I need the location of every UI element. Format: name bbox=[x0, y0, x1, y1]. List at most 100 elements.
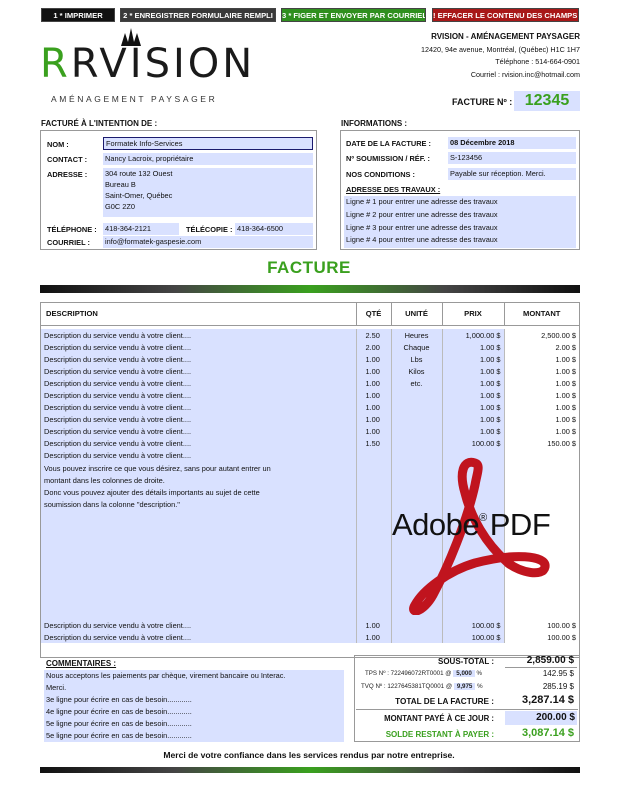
row-price-cell[interactable]: 1.00 $ bbox=[441, 365, 504, 378]
footer-divider bbox=[40, 767, 580, 773]
email-field[interactable]: info@formatek-gaspesie.com bbox=[103, 236, 313, 248]
row-price-cell[interactable]: 100.00 $ bbox=[441, 437, 504, 450]
row-description-cell[interactable]: Donc vous pouvez ajouter des détails imp… bbox=[41, 486, 356, 499]
row-price-cell[interactable]: 1.00 $ bbox=[441, 413, 504, 426]
row-qty-cell[interactable]: 1.00 bbox=[355, 377, 391, 390]
row-description-cell[interactable]: Description du service vendu à votre cli… bbox=[41, 329, 356, 342]
row-unit-cell[interactable] bbox=[390, 425, 442, 438]
row-unit-cell[interactable]: Chaque bbox=[390, 341, 442, 354]
row-description-cell[interactable]: Description du service vendu à votre cli… bbox=[41, 631, 356, 644]
phone-field[interactable]: 418-364-2121 bbox=[103, 223, 179, 235]
fax-field[interactable]: 418-364-6500 bbox=[235, 223, 313, 235]
row-price-cell[interactable]: 1.00 $ bbox=[441, 341, 504, 354]
work-address-line-2[interactable]: Ligne # 2 pour entrer une adresse des tr… bbox=[346, 209, 576, 222]
work-address-line-4[interactable]: Ligne # 4 pour entrer une adresse des tr… bbox=[346, 234, 576, 247]
row-price-cell[interactable]: 1.00 $ bbox=[441, 425, 504, 438]
title-divider bbox=[40, 285, 580, 293]
work-address-line-1[interactable]: Ligne # 1 pour entrer une adresse des tr… bbox=[346, 196, 576, 209]
row-unit-cell[interactable] bbox=[390, 631, 442, 644]
invoice-number-field[interactable]: 12345 bbox=[514, 91, 580, 111]
row-description-cell[interactable]: Description du service vendu à votre cli… bbox=[41, 449, 356, 463]
row-description-cell[interactable]: Vous pouvez inscrire ce que vous désirez… bbox=[41, 462, 356, 475]
row-description-cell[interactable]: Description du service vendu à votre cli… bbox=[41, 425, 356, 438]
row-description-cell[interactable] bbox=[41, 595, 356, 608]
comment-line-5[interactable]: 5e ligne pour écrire en cas de besoin...… bbox=[46, 718, 344, 730]
row-description-cell[interactable]: Description du service vendu à votre cli… bbox=[41, 437, 356, 450]
row-description-cell[interactable] bbox=[41, 558, 356, 571]
row-description-cell[interactable]: Description du service vendu à votre cli… bbox=[41, 619, 356, 632]
table-row: Description du service vendu à votre cli… bbox=[41, 631, 579, 644]
row-unit-cell[interactable]: Lbs bbox=[390, 353, 442, 366]
header-unit: UNITÉ bbox=[390, 303, 442, 325]
comment-line-3[interactable]: 3e ligne pour écrire en cas de besoin...… bbox=[46, 694, 344, 706]
save-form-button[interactable]: 2 * ENREGISTRER FORMULAIRE REMPLI bbox=[120, 8, 276, 22]
tvq-rate-field[interactable]: 9,975 bbox=[453, 683, 476, 690]
comment-line-2[interactable]: Merci. bbox=[46, 682, 344, 694]
row-qty-cell[interactable]: 1.50 bbox=[355, 437, 391, 450]
row-price-cell[interactable]: 1,000.00 $ bbox=[441, 329, 504, 342]
row-description-cell[interactable] bbox=[41, 510, 356, 523]
row-description-cell[interactable]: soumission dans la colonne "description.… bbox=[41, 498, 356, 511]
row-qty-cell[interactable]: 1.00 bbox=[355, 353, 391, 366]
row-description-cell[interactable]: Description du service vendu à votre cli… bbox=[41, 353, 356, 366]
row-qty-cell[interactable]: 2.50 bbox=[355, 329, 391, 342]
row-unit-cell[interactable] bbox=[390, 389, 442, 402]
comment-line-1[interactable]: Nous acceptons les paiements par chèque,… bbox=[46, 670, 344, 682]
row-unit-cell[interactable]: etc. bbox=[390, 377, 442, 390]
address-line-3[interactable]: Saint-Omer, Québec bbox=[105, 190, 313, 201]
row-unit-cell[interactable] bbox=[390, 437, 442, 450]
watermark-reg-mark: ® bbox=[479, 512, 487, 524]
clear-fields-button[interactable]: ! EFFACER LE CONTENU DES CHAMPS ! bbox=[432, 8, 579, 22]
phone-label: TÉLÉPHONE : bbox=[47, 225, 97, 234]
row-description-cell[interactable]: Description du service vendu à votre cli… bbox=[41, 413, 356, 426]
row-price-cell[interactable]: 100.00 $ bbox=[441, 631, 504, 644]
row-price-cell[interactable]: 1.00 $ bbox=[441, 401, 504, 414]
address-line-1[interactable]: 304 route 132 Ouest bbox=[105, 168, 313, 179]
row-description-cell[interactable] bbox=[41, 582, 356, 596]
comment-line-6[interactable]: 5e ligne pour écrire en cas de besoin...… bbox=[46, 730, 344, 742]
row-unit-cell[interactable]: Kilos bbox=[390, 365, 442, 378]
contact-field[interactable]: Nancy Lacroix, propriétaire bbox=[103, 153, 313, 165]
address-line-2[interactable]: Bureau B bbox=[105, 179, 313, 190]
tps-rate-field[interactable]: 5,000 bbox=[453, 670, 475, 677]
row-qty-cell[interactable]: 1.00 bbox=[355, 425, 391, 438]
row-price-cell[interactable]: 1.00 $ bbox=[441, 377, 504, 390]
row-qty-cell[interactable]: 1.00 bbox=[355, 619, 391, 632]
row-unit-cell[interactable] bbox=[390, 413, 442, 426]
row-description-cell[interactable]: Description du service vendu à votre cli… bbox=[41, 389, 356, 402]
date-field[interactable]: 08 Décembre 2018 bbox=[448, 137, 576, 149]
row-qty-cell[interactable]: 1.00 bbox=[355, 413, 391, 426]
row-qty-cell[interactable]: 1.00 bbox=[355, 631, 391, 644]
row-price-cell[interactable]: 100.00 $ bbox=[441, 619, 504, 632]
row-unit-cell[interactable] bbox=[390, 619, 442, 632]
quote-field[interactable]: S-123456 bbox=[448, 152, 576, 164]
row-unit-cell[interactable]: Heures bbox=[390, 329, 442, 342]
row-price-cell[interactable]: 1.00 $ bbox=[441, 353, 504, 366]
row-description-cell[interactable]: Description du service vendu à votre cli… bbox=[41, 341, 356, 354]
row-description-cell[interactable]: montant dans les colonnes de droite. bbox=[41, 474, 356, 487]
row-description-cell[interactable] bbox=[41, 522, 356, 535]
address-line-4[interactable]: G0C 2Z0 bbox=[105, 201, 313, 212]
send-email-button[interactable]: 3 * FIGER ET ENVOYER PAR COURRIEL bbox=[281, 8, 426, 22]
row-description-cell[interactable] bbox=[41, 546, 356, 559]
comments-field[interactable]: Nous acceptons les paiements par chèque,… bbox=[44, 670, 344, 742]
comment-line-4[interactable]: 4e ligne pour écrire en cas de besoin...… bbox=[46, 706, 344, 718]
row-description-cell[interactable]: Description du service vendu à votre cli… bbox=[41, 377, 356, 390]
row-qty-cell[interactable]: 1.00 bbox=[355, 389, 391, 402]
paid-field[interactable]: 200.00 $ bbox=[505, 711, 577, 725]
row-description-cell[interactable]: Description du service vendu à votre cli… bbox=[41, 365, 356, 378]
name-field[interactable]: Formatek Info-Services bbox=[103, 137, 313, 150]
conditions-field[interactable]: Payable sur réception. Merci. bbox=[448, 168, 576, 180]
print-button[interactable]: 1 * IMPRIMER bbox=[41, 8, 115, 22]
row-qty-cell[interactable]: 1.00 bbox=[355, 401, 391, 414]
row-qty-cell[interactable]: 2.00 bbox=[355, 341, 391, 354]
header-qty: QTÉ bbox=[355, 303, 391, 325]
row-unit-cell[interactable] bbox=[390, 401, 442, 414]
row-price-cell[interactable]: 1.00 $ bbox=[441, 389, 504, 402]
row-qty-cell[interactable]: 1.00 bbox=[355, 365, 391, 378]
row-description-cell[interactable] bbox=[41, 607, 356, 620]
work-address-line-3[interactable]: Ligne # 3 pour entrer une adresse des tr… bbox=[346, 222, 576, 235]
row-description-cell[interactable]: Description du service vendu à votre cli… bbox=[41, 401, 356, 414]
row-description-cell[interactable] bbox=[41, 570, 356, 583]
row-description-cell[interactable] bbox=[41, 534, 356, 547]
